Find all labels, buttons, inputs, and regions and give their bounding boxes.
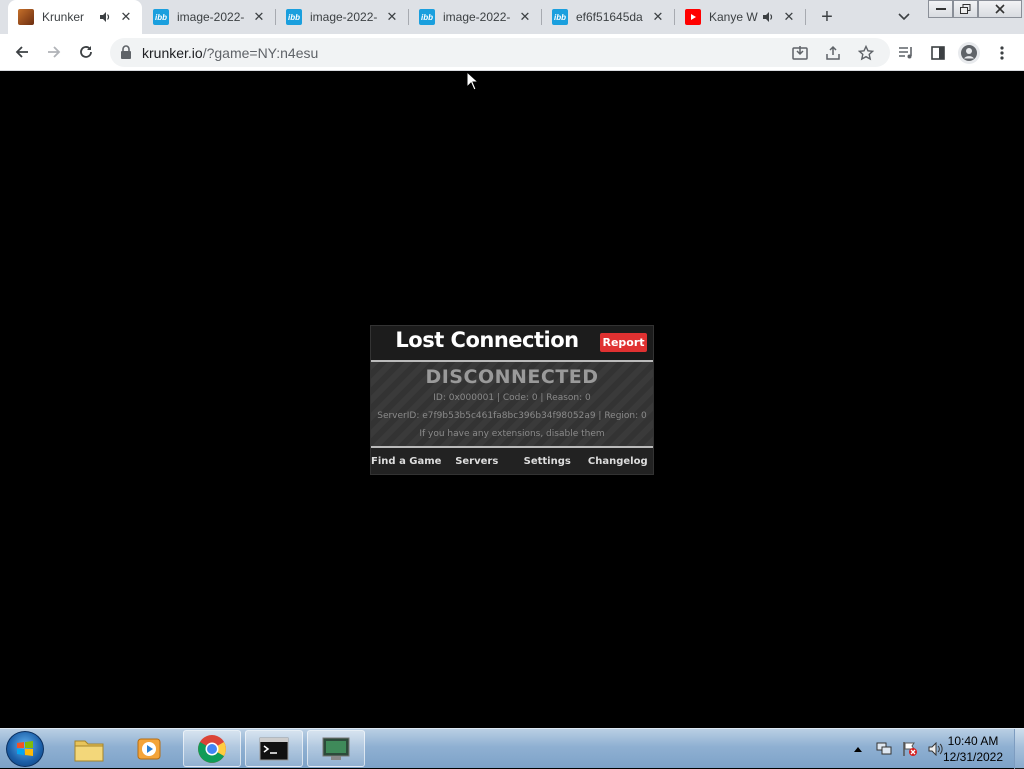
close-tab-icon[interactable]: ✕ — [781, 9, 797, 25]
ibb-favicon: ibb — [153, 9, 169, 25]
browser-toolbar: krunker.io/?game=NY:n4esu — [0, 34, 1024, 71]
report-button[interactable]: Report — [600, 333, 647, 352]
tab-title: image-2022- — [310, 10, 378, 24]
minimize-button[interactable] — [928, 0, 953, 18]
find-game-button[interactable]: Find a Game — [371, 448, 442, 474]
connection-id-line: ID: 0x000001 | Code: 0 | Reason: 0 — [433, 393, 591, 403]
lost-connection-dialog: Lost Connection Report DISCONNECTED ID: … — [370, 325, 654, 475]
media-control-icon[interactable] — [895, 42, 917, 64]
ibb-favicon: ibb — [286, 9, 302, 25]
start-button[interactable] — [6, 731, 44, 767]
game-viewport[interactable]: Lost Connection Report DISCONNECTED ID: … — [0, 70, 1024, 728]
file-explorer-icon[interactable] — [60, 730, 118, 767]
mouse-cursor-icon — [466, 70, 480, 96]
servers-button[interactable]: Servers — [442, 448, 513, 474]
tab-youtube[interactable]: Kanye W ✕ — [675, 0, 805, 34]
speaker-icon[interactable] — [98, 10, 112, 24]
changelog-button[interactable]: Changelog — [583, 448, 654, 474]
new-tab-button[interactable]: + — [816, 6, 838, 28]
dialog-header: Lost Connection Report — [371, 326, 653, 360]
clock-time: 10:40 AM — [947, 734, 999, 748]
clock-date: 12/31/2022 — [942, 750, 1004, 764]
tab-title: ef6f51645da — [576, 10, 643, 24]
side-panel-icon[interactable] — [927, 42, 949, 64]
youtube-favicon — [685, 9, 701, 25]
server-id-line: ServerID: e7f9b53b5c461fa8bc396b34f98052… — [377, 411, 647, 421]
system-tray — [845, 729, 949, 769]
reload-icon[interactable] — [74, 40, 98, 64]
show-hidden-icons-icon[interactable] — [850, 741, 866, 757]
disconnect-status: DISCONNECTED — [425, 366, 599, 388]
action-center-flag-icon[interactable] — [902, 741, 918, 757]
media-player-icon[interactable] — [120, 730, 178, 767]
address-bar[interactable]: krunker.io/?game=NY:n4esu — [110, 38, 890, 67]
tab-krunker[interactable]: Krunker ✕ — [8, 0, 142, 34]
more-menu-icon[interactable] — [991, 42, 1013, 64]
settings-button[interactable]: Settings — [512, 448, 583, 474]
close-tab-icon[interactable]: ✕ — [517, 9, 533, 25]
tab-image-3[interactable]: ibb image-2022- ✕ — [409, 0, 541, 34]
back-icon[interactable] — [10, 40, 34, 64]
krunker-favicon — [18, 9, 34, 25]
dialog-title: Lost Connection — [395, 328, 579, 352]
forward-icon[interactable] — [42, 40, 66, 64]
tab-title: image-2022- — [177, 10, 245, 24]
remote-desktop-icon[interactable] — [307, 730, 365, 767]
extension-hint: If you have any extensions, disable them — [419, 429, 605, 439]
network-icon[interactable] — [876, 741, 892, 757]
close-tab-icon[interactable]: ✕ — [251, 9, 267, 25]
close-tab-icon[interactable]: ✕ — [650, 9, 666, 25]
tab-title: Krunker — [42, 10, 85, 24]
profile-avatar-icon[interactable] — [958, 42, 980, 64]
bookmark-star-icon[interactable] — [856, 43, 876, 63]
close-tab-icon[interactable]: ✕ — [118, 9, 134, 25]
show-desktop-button[interactable] — [1014, 729, 1024, 769]
taskbar-clock[interactable]: 10:40 AM 12/31/2022 — [936, 733, 1010, 765]
tab-title: Kanye W — [709, 10, 758, 24]
tab-title: image-2022- — [443, 10, 511, 24]
restore-button[interactable] — [953, 0, 978, 18]
dialog-body: DISCONNECTED ID: 0x000001 | Code: 0 | Re… — [371, 362, 653, 446]
windows-taskbar: 10:40 AM 12/31/2022 — [0, 728, 1024, 769]
dialog-footer: Find a Game Servers Settings Changelog — [371, 448, 653, 474]
ibb-favicon: ibb — [419, 9, 435, 25]
close-window-button[interactable] — [978, 0, 1022, 18]
tab-ef6f[interactable]: ibb ef6f51645da ✕ — [542, 0, 674, 34]
url-text[interactable]: krunker.io/?game=NY:n4esu — [142, 45, 318, 61]
ibb-favicon: ibb — [552, 9, 568, 25]
share-icon[interactable] — [823, 43, 843, 63]
tab-search-icon[interactable] — [894, 8, 914, 26]
tab-image-2[interactable]: ibb image-2022- ✕ — [276, 0, 408, 34]
speaker-icon[interactable] — [761, 10, 775, 24]
chrome-icon[interactable] — [183, 730, 241, 767]
tab-strip: Krunker ✕ ibb image-2022- ✕ ibb image-20… — [0, 0, 1024, 34]
tab-image-1[interactable]: ibb image-2022- ✕ — [143, 0, 275, 34]
lock-icon[interactable] — [120, 45, 134, 61]
install-app-icon[interactable] — [790, 43, 810, 63]
close-tab-icon[interactable]: ✕ — [384, 9, 400, 25]
command-prompt-icon[interactable] — [245, 730, 303, 767]
window-controls — [928, 0, 1022, 18]
